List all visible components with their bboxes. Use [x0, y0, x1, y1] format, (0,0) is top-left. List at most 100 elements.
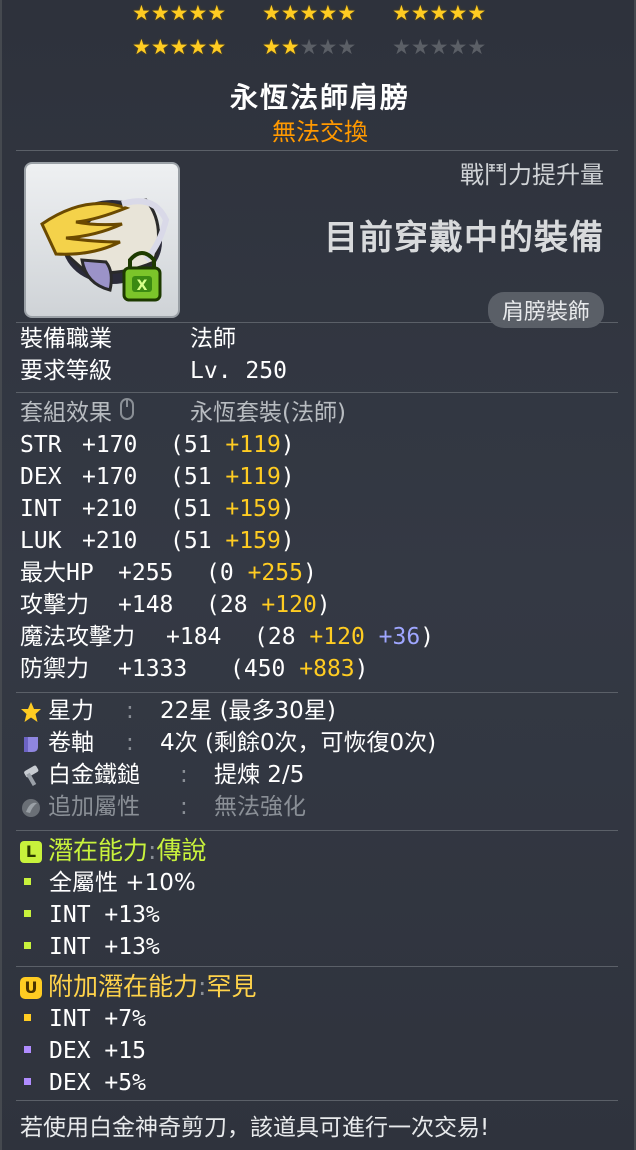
bonus-potential-label: 附加潛在能力: [48, 972, 199, 1001]
mouse-icon: [120, 398, 190, 428]
set-effect-value: 永恆套裝(法師): [190, 400, 346, 426]
divider: [16, 392, 618, 393]
star-filled-icon: ★: [262, 1, 281, 25]
star-filled-icon: ★: [207, 1, 226, 25]
starforce-sep: :: [126, 698, 134, 724]
stat-bonus: +120: [261, 592, 317, 618]
potential-header: L 潛在能力:傳說: [20, 836, 206, 866]
star-icon: [20, 701, 42, 723]
item-name: 永恆法師肩膀: [229, 81, 410, 114]
stat-close: ): [280, 528, 295, 554]
stat-total: +170: [82, 464, 138, 490]
stat-base: (51: [170, 464, 212, 490]
shoulder-armor-icon: X: [40, 198, 170, 302]
star-filled-icon: ★: [318, 1, 337, 25]
star-filled-icon: ★: [429, 1, 449, 25]
stat-name: STR: [20, 432, 62, 458]
bonus-potential-line-text: DEX +5%: [49, 1070, 146, 1096]
flame-value: 無法強化: [214, 794, 306, 820]
stat-name: LUK: [20, 528, 62, 554]
set-effect-label: 套組效果: [20, 400, 112, 426]
stat-close: ): [280, 496, 295, 522]
starforce-label: 星力: [48, 698, 94, 724]
stat-bonus: +159: [225, 496, 281, 522]
star-filled-icon: ★: [448, 1, 467, 25]
star-filled-icon: ★: [262, 35, 281, 59]
stat-base: (28: [254, 624, 296, 650]
stat-close: ): [280, 464, 295, 490]
item-tooltip: ★ ★ ★ ★ ★ ★ ★ ★ ★ ★ ★ ★ ★ ★ ★ ★ ★ ★ ★ ★ ★ ★ ★ ★ ★ ★ ★ ★ ★ ★ 永恆法師…: [0, 0, 636, 1150]
star-empty-icon: ★: [392, 35, 411, 59]
level-label: 要求等級: [20, 358, 112, 384]
scroll-sep: :: [126, 730, 134, 756]
star-filled-icon: ★: [150, 35, 170, 59]
scroll-row: 卷軸:4次 (剩餘0次，可恢復0次): [20, 728, 436, 758]
stat-total: +210: [82, 496, 138, 522]
hammer-sep: :: [180, 762, 188, 788]
stat-name: INT: [20, 496, 62, 522]
stat-close: ): [420, 624, 435, 650]
star-filled-icon: ★: [150, 1, 170, 25]
equipped-notice: 目前穿戴中的裝備: [324, 218, 604, 258]
bullet-icon: [24, 910, 31, 917]
legendary-badge-icon: L: [20, 841, 42, 863]
trade-status: 無法交換: [272, 118, 368, 146]
job-value: 法師: [190, 326, 236, 352]
stat-bonus: +883: [299, 656, 355, 682]
star-empty-icon: ★: [337, 35, 356, 59]
scroll-icon: [20, 733, 42, 755]
divider: [16, 1100, 618, 1101]
bonus-potential-badge-icon: U: [20, 977, 42, 999]
star-filled-icon: ★: [169, 35, 189, 59]
stat-name: 防禦力: [20, 656, 89, 682]
starforce-row: 星力:22星 (最多30星): [20, 696, 336, 726]
divider: [16, 692, 618, 693]
divider: [16, 830, 618, 831]
hammer-label: 白金鐵鎚: [48, 762, 140, 788]
stat-close: ): [302, 560, 317, 586]
bullet-icon: [24, 878, 31, 885]
star-empty-icon: ★: [318, 35, 337, 59]
combat-power-label: 戰鬥力提升量: [460, 161, 604, 189]
potential-line-text: INT +13%: [49, 934, 160, 960]
star-group-1: ★ ★ ★ ★ ★: [132, 0, 226, 26]
bullet-icon: [24, 942, 31, 949]
bullet-icon: [24, 1046, 31, 1053]
divider: [16, 150, 618, 151]
star-group-4: ★ ★ ★ ★ ★: [132, 34, 226, 60]
stat-row: INT +210 (51 +159): [20, 494, 295, 524]
stat-close: ): [316, 592, 331, 618]
star-filled-icon: ★: [299, 1, 319, 25]
stat-row: 最大HP +255 (0 +255): [20, 558, 317, 588]
bonus-potential-line: INT +7%: [20, 1004, 146, 1034]
stat-row: STR +170 (51 +119): [20, 430, 295, 460]
bullet-icon: [24, 1078, 31, 1085]
level-value: Lv. 250: [190, 358, 287, 384]
star-filled-icon: ★: [280, 1, 300, 25]
stat-bonus: +119: [225, 432, 281, 458]
bonus-potential-tier: 罕見: [206, 972, 257, 1001]
star-filled-icon: ★: [392, 1, 411, 25]
hammer-row: 白金鐵鎚: 提煉 2/5: [20, 760, 304, 790]
potential-line: INT +13%: [20, 900, 160, 930]
stat-base: (28: [206, 592, 248, 618]
stat-row: DEX +170 (51 +119): [20, 462, 295, 492]
star-empty-icon: ★: [299, 35, 319, 59]
bonus-potential-line: DEX +5%: [20, 1068, 146, 1098]
potential-line-text: 全屬性 +10%: [49, 870, 196, 896]
stat-bonus: +159: [225, 528, 281, 554]
star-filled-icon: ★: [169, 1, 189, 25]
star-filled-icon: ★: [207, 35, 226, 59]
hammer-icon: [20, 765, 42, 787]
stat-name: 魔法攻擊力: [20, 624, 135, 650]
job-label: 裝備職業: [20, 326, 112, 352]
scroll-value: 4次 (剩餘0次，可恢復0次): [160, 730, 437, 756]
trade-hint: 若使用白金神奇剪刀，該道具可進行一次交易!: [20, 1115, 490, 1141]
stat-name: 最大HP: [20, 560, 94, 586]
flame-label: 追加屬性: [48, 794, 140, 820]
stat-total: +210: [82, 528, 138, 554]
flame-icon: [20, 797, 42, 819]
star-empty-icon: ★: [429, 35, 449, 59]
flame-sep: :: [180, 794, 188, 820]
set-effect-row[interactable]: 套組效果 永恆套裝(法師): [20, 398, 346, 428]
